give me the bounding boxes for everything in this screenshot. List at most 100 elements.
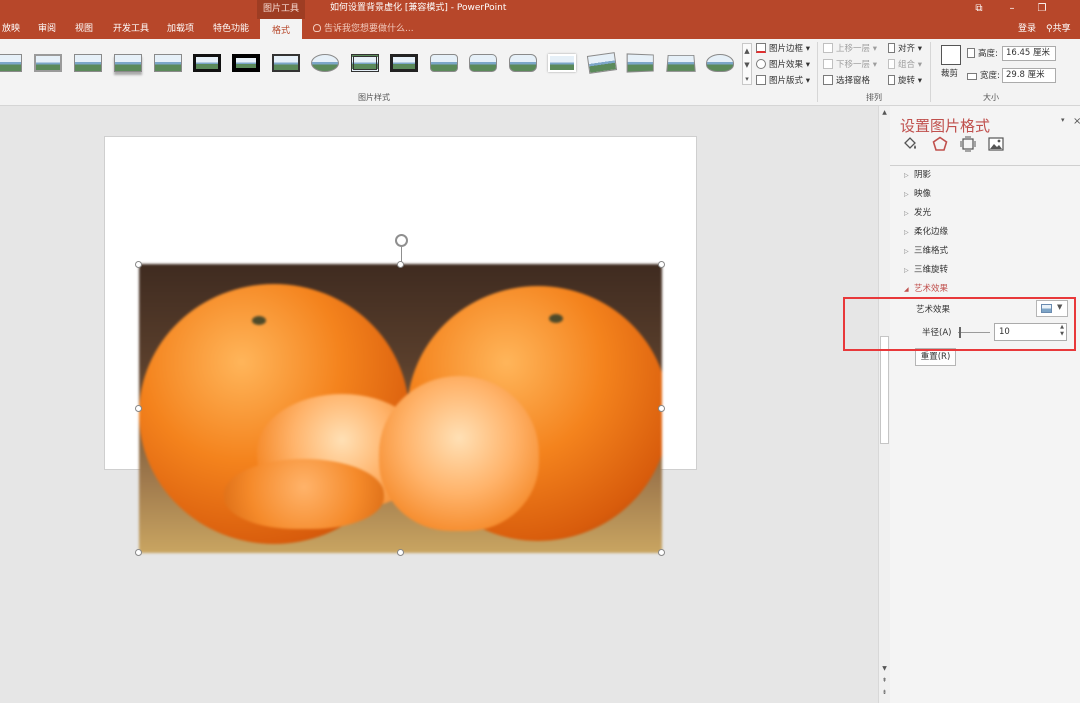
picture-style-thumb[interactable]: [388, 51, 420, 75]
tab-review[interactable]: 审阅: [38, 19, 56, 39]
restore-button[interactable]: ❐: [1030, 0, 1054, 17]
send-backward-button[interactable]: 下移一层 ▾: [823, 58, 877, 72]
tell-me-search[interactable]: 告诉我您想要做什么...: [313, 19, 414, 39]
resize-handle-br[interactable]: [658, 549, 665, 556]
picture-effects-button[interactable]: 图片效果 ▾: [756, 58, 810, 72]
height-label: 高度:: [967, 47, 998, 61]
scroll-down-icon[interactable]: ▼: [879, 664, 890, 674]
rotate-button[interactable]: 旋转 ▾: [888, 74, 922, 88]
radius-spinner[interactable]: ▲ ▼: [1060, 324, 1064, 338]
tab-slideshow[interactable]: 放映: [2, 19, 20, 39]
minimize-button[interactable]: –: [1000, 0, 1024, 17]
radius-value: 10: [999, 327, 1010, 337]
collapsed-icon: ▷: [904, 172, 909, 179]
share-button[interactable]: ⚲共享: [1046, 19, 1071, 39]
section-3d-rotation[interactable]: ▷ 三维旋转: [904, 264, 948, 277]
section-3d-format[interactable]: ▷ 三维格式: [904, 245, 948, 258]
radius-slider[interactable]: [958, 332, 990, 333]
picture-style-thumb[interactable]: [112, 51, 144, 75]
next-slide-icon[interactable]: ⇟: [879, 688, 890, 698]
section-label: 三维格式: [914, 246, 949, 256]
section-soft-edges[interactable]: ▷ 柔化边缘: [904, 226, 948, 239]
picture-style-thumb[interactable]: [309, 51, 341, 75]
picture-style-thumb[interactable]: [191, 51, 223, 75]
size-properties-icon[interactable]: [960, 136, 976, 152]
group-button[interactable]: 组合 ▾: [888, 58, 922, 72]
picture-style-thumb[interactable]: [625, 51, 657, 75]
picture-style-thumb[interactable]: [704, 51, 736, 75]
picture-layout-label: 图片版式: [769, 76, 804, 86]
picture-style-thumb[interactable]: [152, 51, 184, 75]
oranges-photo[interactable]: [139, 264, 662, 553]
scroll-down-icon[interactable]: ▼: [743, 58, 751, 72]
resize-handle-right[interactable]: [658, 405, 665, 412]
pane-tabs-divider: [890, 165, 1080, 166]
rotate-label: 旋转: [898, 76, 916, 86]
align-button[interactable]: 对齐 ▾: [888, 42, 922, 56]
previous-slide-icon[interactable]: ⇞: [879, 676, 890, 686]
section-shadow[interactable]: ▷ 阴影: [904, 169, 931, 182]
picture-tools-context-label: 图片工具: [257, 0, 305, 19]
picture-icon[interactable]: [988, 136, 1004, 152]
resize-handle-bottom[interactable]: [397, 549, 404, 556]
ribbon-display-options-button[interactable]: ⧉: [967, 0, 991, 17]
rotate-handle[interactable]: [395, 234, 408, 247]
fill-line-icon[interactable]: [902, 136, 918, 152]
picture-style-thumb[interactable]: [32, 51, 64, 75]
resize-handle-top[interactable]: [397, 261, 404, 268]
width-input[interactable]: 29.8 厘米: [1002, 68, 1056, 83]
section-label: 艺术效果: [914, 284, 949, 294]
tab-view[interactable]: 视图: [75, 19, 93, 39]
artistic-effects-dropdown[interactable]: ▼: [1036, 300, 1068, 317]
picture-style-thumb[interactable]: [0, 51, 24, 75]
tab-developer[interactable]: 开发工具: [113, 19, 149, 39]
picture-style-thumb[interactable]: [230, 51, 262, 75]
orange-stem: [549, 314, 563, 323]
section-reflection[interactable]: ▷ 映像: [904, 188, 931, 201]
reset-button[interactable]: 重置(R): [915, 348, 956, 366]
sign-in-link[interactable]: 登录: [1018, 19, 1036, 39]
tab-features[interactable]: 特色功能: [213, 19, 249, 39]
close-icon[interactable]: ×: [1073, 116, 1080, 127]
effects-pentagon-icon[interactable]: [932, 136, 948, 152]
picture-style-thumb[interactable]: [546, 51, 578, 75]
selection-pane-button[interactable]: 选择窗格: [823, 74, 870, 88]
picture-border-button[interactable]: 图片边框 ▾: [756, 42, 810, 56]
picture-layout-button[interactable]: 图片版式 ▾: [756, 74, 810, 88]
picture-style-thumb[interactable]: [507, 51, 539, 75]
radius-input[interactable]: 10 ▲ ▼: [994, 323, 1067, 341]
resize-handle-tl[interactable]: [135, 261, 142, 268]
section-label: 柔化边缘: [914, 227, 949, 237]
section-artistic-effects[interactable]: ◢ 艺术效果: [904, 283, 948, 296]
crop-icon[interactable]: [941, 45, 961, 65]
picture-style-thumb[interactable]: [586, 51, 618, 75]
picture-style-thumb[interactable]: [467, 51, 499, 75]
section-label: 三维旋转: [914, 265, 949, 275]
section-glow[interactable]: ▷ 发光: [904, 207, 931, 220]
gallery-scroll[interactable]: ▲ ▼ ▾: [742, 43, 752, 85]
bring-forward-button[interactable]: 上移一层 ▾: [823, 42, 877, 56]
resize-handle-left[interactable]: [135, 405, 142, 412]
picture-style-thumb[interactable]: [270, 51, 302, 75]
scroll-up-icon[interactable]: ▲: [743, 44, 751, 58]
pane-options-icon[interactable]: ▾: [1061, 116, 1065, 124]
send-backward-icon: [823, 59, 833, 69]
height-input[interactable]: 16.45 厘米: [1002, 46, 1056, 61]
collapsed-icon: ▷: [904, 210, 909, 217]
tab-addins[interactable]: 加载项: [167, 19, 194, 39]
crop-button[interactable]: 裁剪: [941, 67, 958, 81]
gallery-more-icon[interactable]: ▾: [743, 72, 751, 86]
picture-style-thumb[interactable]: [665, 51, 697, 75]
picture-style-thumb[interactable]: [428, 51, 460, 75]
vertical-scrollbar[interactable]: ▲ ▼ ⇞ ⇟: [878, 106, 890, 703]
scroll-up-icon[interactable]: ▲: [879, 108, 890, 118]
scroll-thumb[interactable]: [880, 336, 889, 444]
pen-icon: [756, 43, 766, 53]
radius-slider-handle[interactable]: [959, 327, 961, 338]
resize-handle-tr[interactable]: [658, 261, 665, 268]
width-label: 宽度:: [967, 69, 1000, 83]
resize-handle-bl[interactable]: [135, 549, 142, 556]
picture-style-thumb[interactable]: [72, 51, 104, 75]
tab-format[interactable]: 格式: [260, 19, 303, 39]
picture-style-thumb[interactable]: [349, 51, 381, 75]
